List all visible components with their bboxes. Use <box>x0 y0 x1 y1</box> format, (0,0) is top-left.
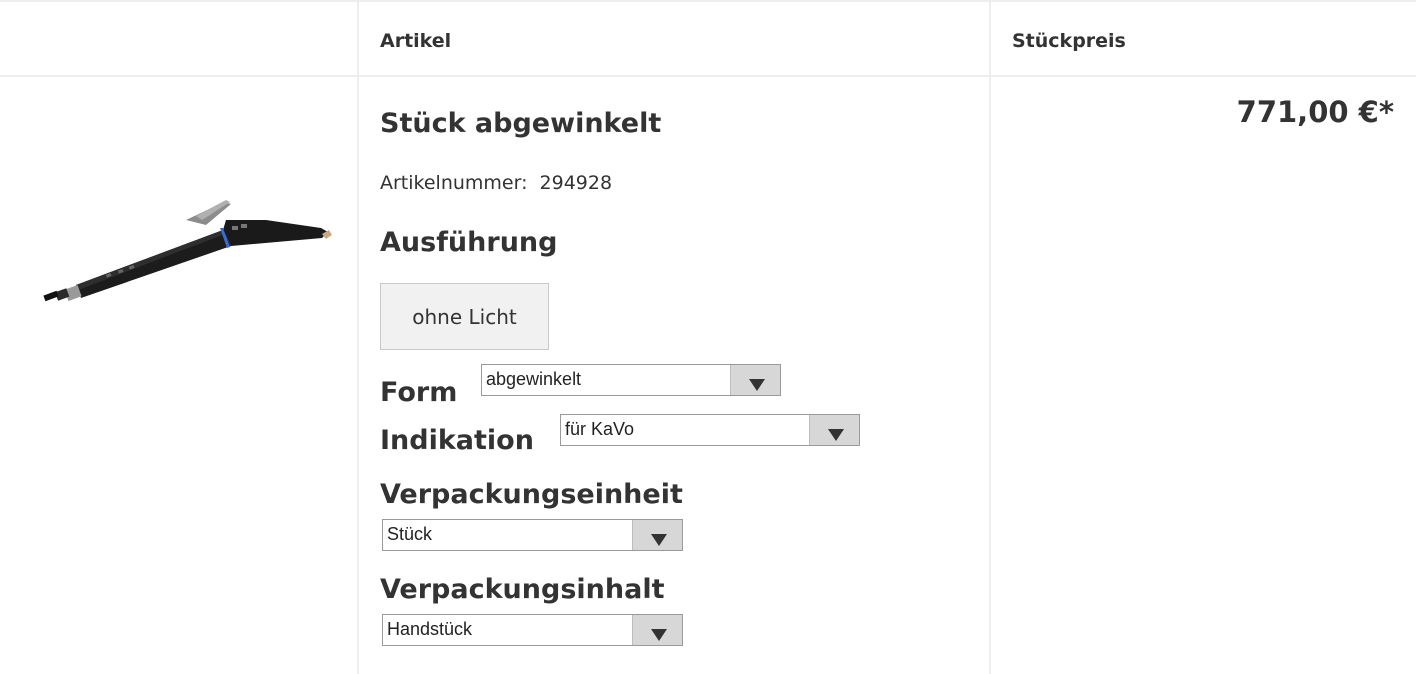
execution-option-button[interactable]: ohne Licht <box>380 283 549 350</box>
packaging-unit-select[interactable]: Stück <box>382 519 683 551</box>
form-select[interactable]: abgewinkelt <box>481 364 781 396</box>
triangle-down-icon <box>828 429 844 441</box>
column-divider-2 <box>989 0 991 674</box>
table-top-border <box>0 0 1416 2</box>
triangle-down-icon <box>749 379 765 391</box>
article-number-row: Artikelnummer: 294928 <box>380 172 612 194</box>
table-header-divider <box>0 75 1416 77</box>
indication-select[interactable]: für KaVo <box>560 414 860 446</box>
packaging-unit-select-value: Stück <box>387 524 433 544</box>
indication-label: Indikation <box>380 425 534 456</box>
cart-table: Artikel Stückpreis <box>0 0 1416 674</box>
form-label: Form <box>380 377 458 408</box>
indication-select-value: für KaVo <box>565 419 635 439</box>
header-article: Artikel <box>380 30 452 52</box>
triangle-down-icon <box>651 629 667 641</box>
execution-label: Ausführung <box>380 227 558 258</box>
article-number-value: 294928 <box>539 172 613 194</box>
packaging-content-select-value: Handstück <box>387 619 473 639</box>
indication-select-toggle[interactable] <box>809 415 859 445</box>
product-title[interactable]: Stück abgewinkelt <box>380 108 661 139</box>
packaging-content-select[interactable]: Handstück <box>382 614 683 646</box>
form-select-toggle[interactable] <box>730 365 780 395</box>
form-select-value: abgewinkelt <box>486 369 582 389</box>
dental-handpiece-image[interactable] <box>36 190 336 320</box>
triangle-down-icon <box>651 534 667 546</box>
header-unit-price: Stückpreis <box>1012 30 1126 52</box>
unit-price: 771,00 €* <box>1236 95 1394 129</box>
article-number-label: Artikelnummer: <box>380 172 528 194</box>
column-divider-1 <box>357 0 359 674</box>
packaging-unit-label: Verpackungseinheit <box>380 479 683 510</box>
packaging-content-label: Verpackungsinhalt <box>380 574 665 605</box>
packaging-content-select-toggle[interactable] <box>632 615 682 645</box>
packaging-unit-select-toggle[interactable] <box>632 520 682 550</box>
